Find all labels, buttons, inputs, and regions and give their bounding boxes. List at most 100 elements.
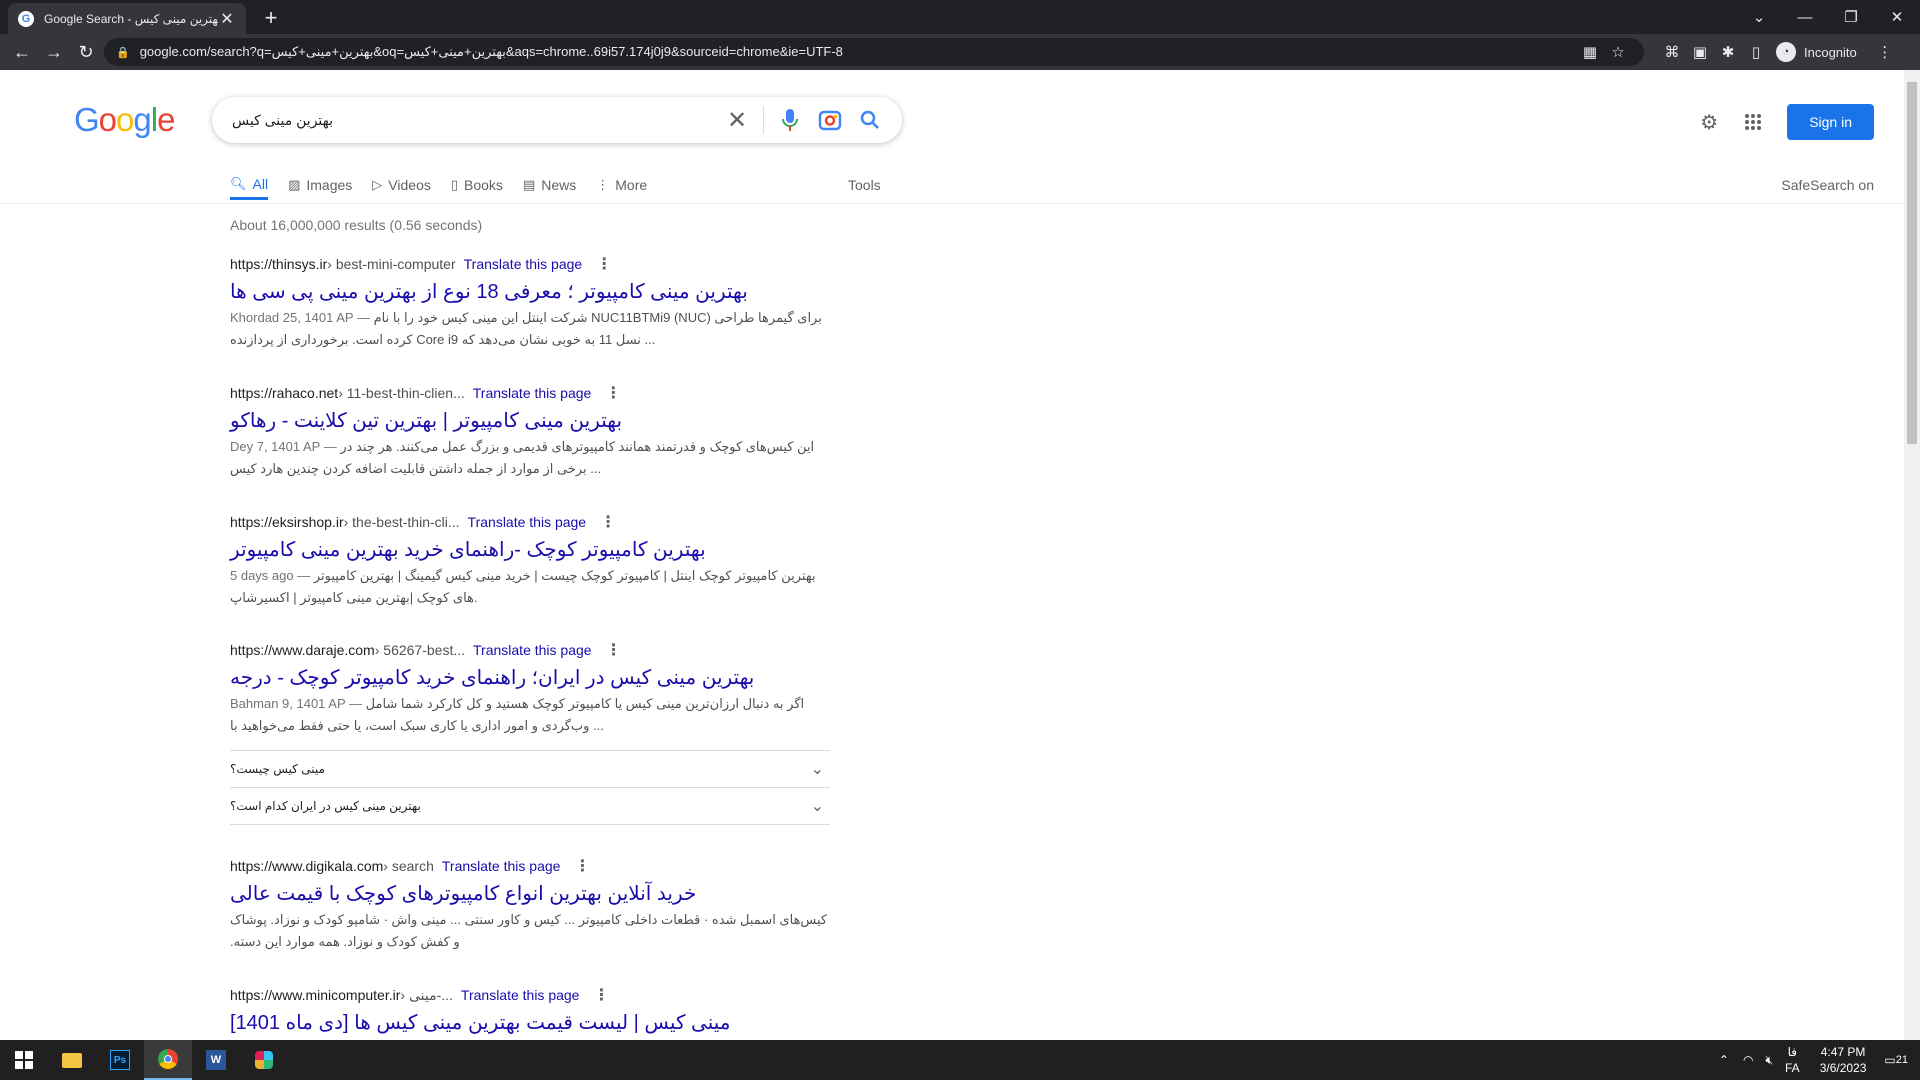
result-cite[interactable]: https://rahaco.net › 11-best-thin-clien.… (230, 383, 830, 403)
side-panel-icon[interactable]: ▯ (1742, 43, 1770, 61)
more-options-icon[interactable]: ⋮ (596, 254, 612, 274)
word-icon[interactable]: W (192, 1040, 240, 1080)
forward-icon[interactable]: → (38, 36, 70, 68)
translate-extension-icon[interactable]: ⌘ (1658, 43, 1686, 61)
minimize-button[interactable]: — (1782, 0, 1828, 34)
address-bar[interactable]: 🔒 google.com/search?q=بهترین+مینی+کیس&oq… (104, 38, 1644, 66)
tab-videos[interactable]: ▷ Videos (372, 170, 431, 200)
result-title-link[interactable]: مینی کیس | لیست قیمت بهترین مینی کیس ها … (230, 1010, 830, 1036)
result-snippet: Bahman 9, 1401 AP — اگر به دنبال ارزان‌ت… (230, 693, 830, 737)
url-text[interactable]: google.com/search?q=بهترین+مینی+کیس&oq=ب… (140, 44, 1576, 60)
slack-icon[interactable] (240, 1040, 288, 1080)
questions-divider (230, 824, 830, 825)
google-apps-icon[interactable] (1731, 102, 1775, 142)
windows-start-icon[interactable] (0, 1040, 48, 1080)
result-title-link[interactable]: بهترین کامپیوتر کوچک -راهنمای خرید بهتری… (230, 537, 830, 563)
result-snippet: Khordad 25, 1401 AP — شرکت اینتل این مین… (230, 307, 830, 351)
tab-search-icon[interactable]: ⌄ (1736, 0, 1782, 34)
result-path: › 11-best-thin-clien... (338, 385, 465, 401)
puzzle-extensions-icon[interactable]: ✱ (1714, 43, 1742, 61)
result-title-link[interactable]: بهترین مینی کامپیوتر ؛ معرفی 18 نوع از ب… (230, 279, 830, 305)
notification-count: 21 (1895, 1054, 1908, 1066)
search-box[interactable]: بهترین مینی کیس ✕ (212, 97, 902, 143)
result-cite[interactable]: https://thinsys.ir › best-mini-computer T… (230, 254, 830, 274)
tab-all[interactable]: 🔍︎ All (230, 170, 269, 200)
image-icon: ▨ (288, 177, 301, 192)
tab-label: More (615, 177, 648, 193)
result-site: https://www.digikala.com (230, 858, 384, 874)
tab-news[interactable]: ▤ News (523, 170, 576, 200)
notifications-button[interactable]: ▭ 21 (1884, 1053, 1908, 1067)
windows-taskbar: Ps W ⌃ ◠ 🔇︎ فا FA 4:47 PM 3/6/2023 ▭ 21 (0, 1040, 1920, 1080)
tab-images[interactable]: ▨ Images (288, 170, 352, 200)
tab-books[interactable]: ▯ Books (451, 170, 503, 200)
camera-search-icon[interactable] (810, 100, 850, 140)
lock-icon: 🔒 (116, 46, 130, 59)
sign-in-button[interactable]: Sign in (1787, 104, 1874, 140)
tab-label: News (541, 177, 577, 193)
more-options-icon[interactable]: ⋮ (574, 856, 590, 876)
related-question[interactable]: مینی کیس چیست؟ ⌄ (230, 750, 830, 787)
translate-link[interactable]: Translate this page (468, 514, 587, 530)
search-input[interactable]: بهترین مینی کیس (232, 112, 717, 129)
photoshop-icon[interactable]: Ps (96, 1040, 144, 1080)
extension-icon[interactable]: ▣ (1686, 43, 1714, 61)
result-cite[interactable]: https://www.minicomputer.ir › مینی-... Tr… (230, 985, 830, 1005)
logo-letter: g (133, 101, 151, 138)
result-title-link[interactable]: بهترین مینی کامپیوتر | بهترین تین کلاینت… (230, 408, 830, 434)
result-path: › 56267-best... (374, 642, 466, 658)
back-icon[interactable]: ← (6, 36, 38, 68)
translate-link[interactable]: Translate this page (442, 858, 561, 874)
result-date: 5 days ago — (230, 568, 314, 583)
tab-more[interactable]: ⋮ More (596, 170, 647, 200)
file-explorer-icon[interactable] (48, 1040, 96, 1080)
chevron-down-icon: ⌄ (810, 798, 824, 815)
language-indicator[interactable]: فا FA (1785, 1044, 1800, 1076)
bookmark-star-icon[interactable]: ☆ (1604, 43, 1632, 61)
incognito-profile[interactable]: ◔ Incognito (1776, 42, 1857, 62)
related-question[interactable]: بهترین مینی کیس در ایران کدام است؟ ⌄ (230, 787, 830, 824)
result-cite[interactable]: https://www.daraje.com › 56267-best... Tr… (230, 640, 830, 660)
question-text: بهترین مینی کیس در ایران کدام است؟ (230, 799, 421, 813)
browser-tab[interactable]: G Google Search - بهترین مینی کیس ✕ (8, 3, 246, 34)
page-scrollbar[interactable] (1904, 70, 1920, 1040)
result-date: Bahman 9, 1401 AP — (230, 696, 366, 711)
close-tab-icon[interactable]: ✕ (218, 9, 236, 29)
google-logo[interactable]: Google (74, 101, 175, 139)
translate-link[interactable]: Translate this page (473, 385, 592, 401)
more-options-icon[interactable]: ⋮ (605, 383, 621, 403)
tools-button[interactable]: Tools (848, 170, 881, 200)
translate-link[interactable]: Translate this page (461, 987, 580, 1003)
settings-gear-icon[interactable]: ⚙ (1687, 102, 1731, 142)
more-options-icon[interactable]: ⋮ (600, 512, 616, 532)
browser-menu-icon[interactable]: ⋮ (1871, 43, 1899, 61)
more-options-icon[interactable]: ⋮ (606, 640, 622, 660)
search-icon[interactable] (850, 100, 890, 140)
clear-icon[interactable]: ✕ (717, 100, 757, 140)
clock[interactable]: 4:47 PM 3/6/2023 (1820, 1044, 1867, 1076)
maximize-button[interactable]: ❐ (1828, 0, 1874, 34)
more-options-icon[interactable]: ⋮ (593, 985, 609, 1005)
scrollbar-thumb[interactable] (1907, 82, 1917, 444)
chrome-icon[interactable] (144, 1040, 192, 1080)
tab-label: Images (306, 177, 353, 193)
safesearch-toggle[interactable]: SafeSearch on (1781, 170, 1874, 200)
close-window-button[interactable]: ✕ (1874, 0, 1920, 34)
result-title-link[interactable]: خرید آنلاین بهترین انواع کامپیوترهای کوچ… (230, 881, 830, 907)
qr-code-icon[interactable]: ▦ (1576, 43, 1604, 61)
logo-letter: G (74, 101, 100, 138)
search-result: https://www.digikala.com › search Transla… (230, 856, 830, 953)
show-hidden-icons-icon[interactable]: ⌃ (1719, 1053, 1729, 1067)
result-cite[interactable]: https://www.digikala.com › search Transla… (230, 856, 830, 876)
result-cite[interactable]: https://eksirshop.ir › the-best-thin-cli… (230, 512, 830, 532)
result-site: https://www.minicomputer.ir (230, 987, 401, 1003)
new-tab-button[interactable]: + (258, 5, 284, 31)
wifi-icon[interactable]: ◠ (1743, 1053, 1753, 1067)
voice-search-icon[interactable] (770, 100, 810, 140)
result-title-link[interactable]: بهترین مینی کیس در ایران؛ راهنمای خرید ک… (230, 665, 830, 691)
result-date: Dey 7, 1401 AP — (230, 439, 341, 454)
volume-muted-icon[interactable]: 🔇︎ (1765, 1053, 1773, 1068)
translate-link[interactable]: Translate this page (464, 256, 583, 272)
translate-link[interactable]: Translate this page (473, 642, 592, 658)
reload-icon[interactable]: ↻ (70, 36, 102, 68)
